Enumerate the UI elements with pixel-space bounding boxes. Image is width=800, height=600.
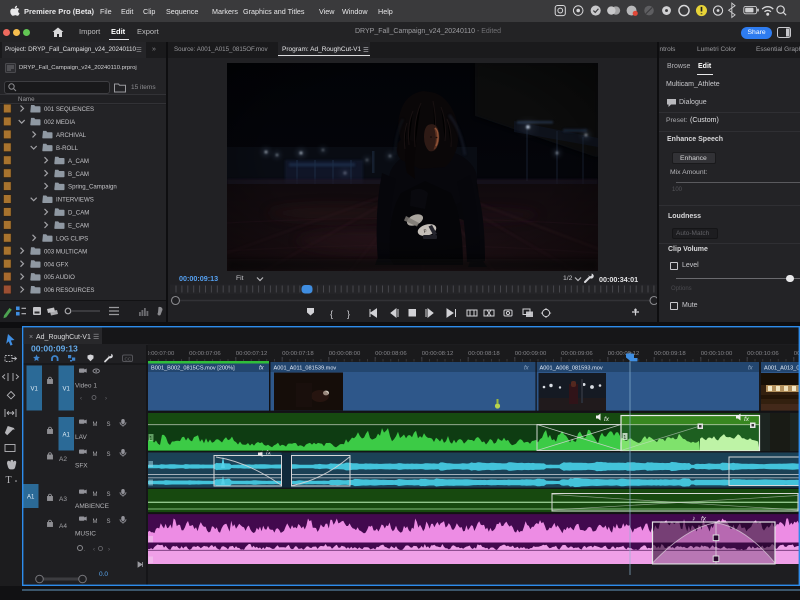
svg-text:LOG CLIPS: LOG CLIPS	[56, 235, 88, 242]
svg-text:A3: A3	[59, 496, 67, 503]
svg-text:›: ›	[105, 396, 107, 402]
svg-text:00:00:07:12: 00:00:07:12	[236, 351, 268, 357]
svg-text:INTERVIEWS: INTERVIEWS	[56, 197, 94, 204]
svg-text:00:00:08:18: 00:00:08:18	[468, 351, 500, 357]
svg-text:00:00:07:06: 00:00:07:06	[189, 351, 221, 357]
svg-text:fx: fx	[744, 416, 750, 423]
svg-text:fx: fx	[701, 516, 707, 523]
svg-text:.: .	[84, 547, 85, 553]
svg-text:005 AUDIO: 005 AUDIO	[44, 274, 75, 281]
svg-text:A001_A008_081593.mov: A001_A008_081593.mov	[540, 365, 603, 371]
svg-text:×: ×	[29, 334, 33, 341]
svg-text:‹: ‹	[93, 547, 95, 553]
svg-text:M: M	[93, 422, 98, 428]
svg-text:S: S	[107, 492, 111, 498]
svg-text:00:00:08:12: 00:00:08:12	[422, 351, 454, 357]
svg-text:1: 1	[623, 435, 626, 441]
svg-text:00:00:09:06: 00:00:09:06	[561, 351, 593, 357]
svg-text:ARCHIVAL: ARCHIVAL	[56, 132, 87, 139]
svg-text:B-ROLL: B-ROLL	[56, 145, 79, 152]
svg-text:A001_A011_081539.mov: A001_A011_081539.mov	[274, 365, 337, 371]
svg-text:003 MULTICAM: 003 MULTICAM	[44, 248, 87, 255]
svg-text:T: T	[6, 475, 12, 486]
svg-text:A_CAM: A_CAM	[68, 158, 89, 165]
svg-text:‹: ‹	[80, 396, 82, 402]
svg-text:A1: A1	[27, 495, 35, 501]
svg-text:fx: fx	[604, 416, 610, 423]
svg-text:V1: V1	[63, 387, 71, 393]
svg-text:A4: A4	[59, 523, 67, 530]
svg-text:004 GFX: 004 GFX	[44, 261, 68, 268]
svg-text:00:00:08:06: 00:00:08:06	[375, 351, 407, 357]
svg-text:00:00:10:06: 00:00:10:06	[747, 351, 779, 357]
svg-text:00:00:09:00: 00:00:09:00	[515, 351, 547, 357]
svg-text:E_CAM: E_CAM	[68, 223, 89, 230]
svg-text:00:00:09:18: 00:00:09:18	[654, 351, 686, 357]
svg-text:›: ›	[108, 547, 110, 553]
svg-text:00:00:09:12: 00:00:09:12	[608, 351, 640, 357]
svg-text:M: M	[93, 519, 98, 525]
svg-text:☰: ☰	[93, 334, 99, 341]
svg-text:Video 1: Video 1	[75, 383, 97, 390]
svg-text:S: S	[107, 519, 111, 525]
svg-text:CC: CC	[125, 356, 132, 361]
svg-text:S: S	[107, 452, 111, 458]
svg-text:S: S	[107, 422, 111, 428]
svg-text:{: {	[330, 309, 333, 319]
svg-text:A1: A1	[63, 433, 71, 439]
svg-text:B_CAM: B_CAM	[68, 171, 89, 178]
svg-text:SFX: SFX	[75, 463, 88, 470]
svg-text:LAV: LAV	[75, 434, 87, 441]
svg-text:00:00:07:18: 00:00:07:18	[282, 351, 314, 357]
svg-text:V1: V1	[31, 387, 39, 393]
svg-text:fx: fx	[266, 450, 272, 457]
svg-text:Ad_RoughCut-V1: Ad_RoughCut-V1	[36, 334, 91, 341]
svg-text:00:00:09:13: 00:00:09:13	[31, 344, 78, 354]
svg-text:A2: A2	[59, 456, 67, 463]
svg-text:002 MEDIA: 002 MEDIA	[44, 119, 76, 126]
svg-text:M: M	[93, 452, 98, 458]
svg-text:}: }	[347, 309, 350, 319]
svg-text:00:00:10:00: 00:00:10:00	[701, 351, 733, 357]
svg-text:0.0: 0.0	[99, 571, 108, 578]
svg-text:00:00:08:00: 00:00:08:00	[329, 351, 361, 357]
svg-text:MUSIC: MUSIC	[75, 531, 96, 538]
svg-text:001 SEQUENCES: 001 SEQUENCES	[44, 106, 94, 113]
svg-text:♪: ♪	[692, 516, 696, 523]
svg-text:B001_B002_0815CS.mov [200%]: B001_B002_0815CS.mov [200%]	[151, 365, 235, 371]
svg-text:006 RESOURCES: 006 RESOURCES	[44, 287, 94, 294]
svg-text:A001_A013_081540.mov: A001_A013_081540.mov	[764, 365, 800, 371]
svg-text:1: 1	[149, 436, 152, 442]
svg-text:AMBIENCE: AMBIENCE	[75, 503, 110, 510]
svg-text:M: M	[93, 492, 98, 498]
svg-text:Spring_Campaign: Spring_Campaign	[68, 184, 117, 191]
svg-text:D_CAM: D_CAM	[68, 210, 89, 217]
